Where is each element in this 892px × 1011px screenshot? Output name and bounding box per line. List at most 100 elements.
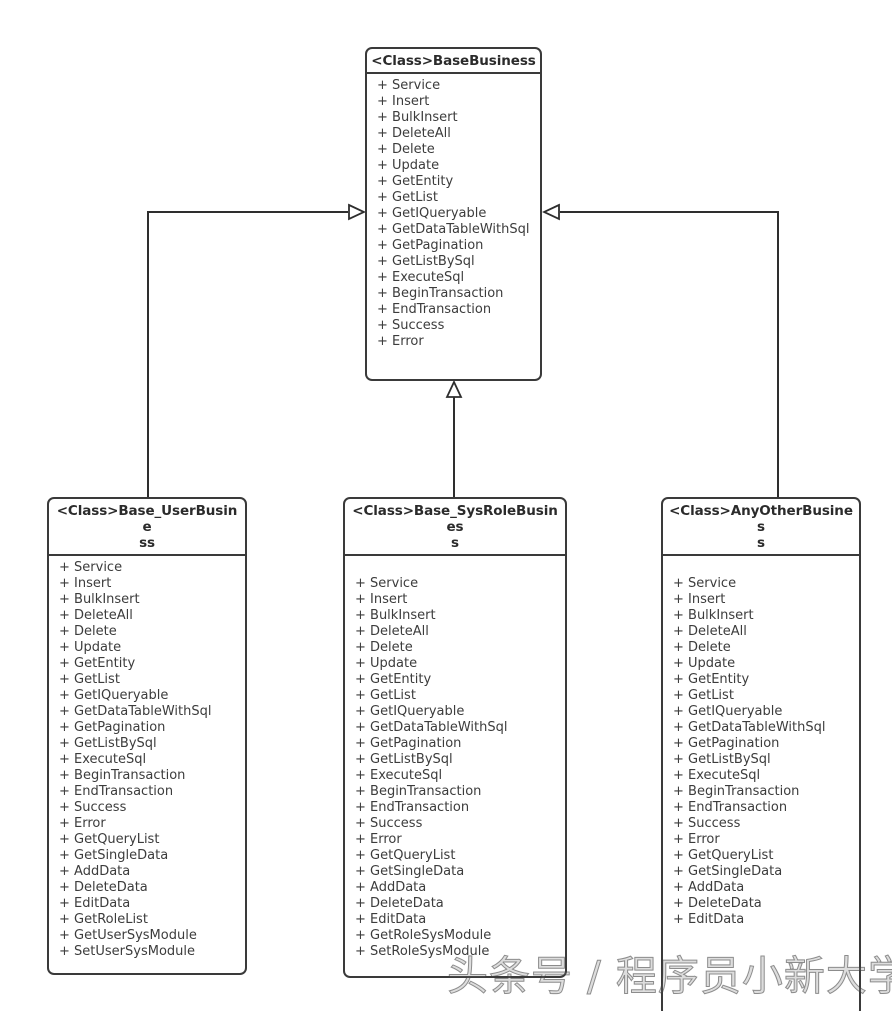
member-item: + GetList <box>355 688 416 703</box>
member-item: + SetRoleSysModule <box>355 944 490 959</box>
member-item: + BeginTransaction <box>59 768 186 783</box>
member-item: + BulkInsert <box>355 608 436 623</box>
class-header-base-user-business: <Class>Base_UserBusine ss <box>49 499 245 556</box>
member-item: + Delete <box>673 640 731 655</box>
member-item: + GetList <box>377 190 438 205</box>
class-name-line1: <Class>Base_UserBusine <box>56 503 238 535</box>
class-members-base-sysrole-business: + Service + Insert + BulkInsert + Delete… <box>345 556 565 964</box>
member-item: + GetIQueryable <box>377 206 487 221</box>
class-box-base-sysrole-business[interactable]: <Class>Base_SysRoleBusines s + Service +… <box>343 497 567 978</box>
member-item: + DeleteData <box>355 896 444 911</box>
member-item: + Success <box>377 318 445 333</box>
member-item: + GetIQueryable <box>59 688 169 703</box>
member-item: + Insert <box>377 94 430 109</box>
member-item: + BulkInsert <box>59 592 140 607</box>
member-item: + Error <box>355 832 402 847</box>
member-item: + Update <box>377 158 440 173</box>
member-item: + Service <box>59 560 123 575</box>
member-item: + Insert <box>673 592 726 607</box>
class-name-line2: s <box>451 535 459 551</box>
member-item: + GetDataTableWithSql <box>59 704 212 719</box>
member-item: + Success <box>673 816 741 831</box>
member-item: + DeleteData <box>673 896 762 911</box>
member-item: + GetList <box>59 672 120 687</box>
member-item: + GetIQueryable <box>355 704 465 719</box>
connector-user-vertical <box>147 211 149 504</box>
class-name-line2: s <box>757 535 765 551</box>
member-item: + GetQueryList <box>59 832 160 847</box>
member-item: + AddData <box>59 864 131 879</box>
class-name-line1: <Class>BaseBusiness <box>371 53 536 69</box>
member-item: + Insert <box>59 576 112 591</box>
member-item: + GetRoleList <box>59 912 148 927</box>
member-item: + GetPagination <box>377 238 484 253</box>
member-item: + GetRoleSysModule <box>355 928 492 943</box>
member-item: + SetUserSysModule <box>59 944 195 959</box>
member-item: + AddData <box>673 880 745 895</box>
member-item: + Delete <box>377 142 435 157</box>
member-item: + EndTransaction <box>673 800 788 815</box>
class-members-anyother-business: + Service + Insert + BulkInsert + Delete… <box>663 556 859 932</box>
member-item: + Success <box>59 800 127 815</box>
class-box-base-user-business[interactable]: <Class>Base_UserBusine ss + Service + In… <box>47 497 247 975</box>
member-item: + EndTransaction <box>59 784 174 799</box>
member-item: + DeleteAll <box>59 608 133 623</box>
class-header-base-business: <Class>BaseBusiness <box>367 49 540 74</box>
member-item: + Error <box>673 832 720 847</box>
member-item: + DeleteAll <box>673 624 747 639</box>
class-name-line1: <Class>Base_SysRoleBusines <box>352 503 558 535</box>
member-item: + DeleteData <box>59 880 148 895</box>
member-item: + GetList <box>673 688 734 703</box>
member-item: + DeleteAll <box>377 126 451 141</box>
member-item: + AddData <box>355 880 427 895</box>
connector-anyother-horizontal <box>560 211 779 213</box>
member-item: + BulkInsert <box>377 110 458 125</box>
member-item: + GetUserSysModule <box>59 928 197 943</box>
member-item: + EditData <box>59 896 131 911</box>
member-item: + Success <box>355 816 423 831</box>
member-item: + ExecuteSql <box>355 768 443 783</box>
member-item: + GetPagination <box>673 736 780 751</box>
member-item: + Delete <box>355 640 413 655</box>
member-item: + BeginTransaction <box>377 286 504 301</box>
class-box-base-business[interactable]: <Class>BaseBusiness + Service + Insert +… <box>365 47 542 381</box>
member-item: + BeginTransaction <box>355 784 482 799</box>
member-item: + Delete <box>59 624 117 639</box>
member-item: + GetSingleData <box>59 848 169 863</box>
class-box-anyother-business[interactable]: <Class>AnyOtherBusines s + Service + Ins… <box>661 497 861 1011</box>
member-item: + GetDataTableWithSql <box>355 720 508 735</box>
member-item: + Service <box>673 576 737 591</box>
class-name-line2: ss <box>139 535 155 551</box>
uml-diagram-canvas: <Class>BaseBusiness + Service + Insert +… <box>0 0 892 1011</box>
member-item: + GetDataTableWithSql <box>377 222 530 237</box>
member-item: + GetListBySql <box>59 736 157 751</box>
member-item: + GetIQueryable <box>673 704 783 719</box>
class-members-base-user-business: + Service + Insert + BulkInsert + Delete… <box>49 556 245 964</box>
connector-anyother-vertical <box>777 211 779 504</box>
member-item: + GetEntity <box>377 174 454 189</box>
member-item: + GetQueryList <box>355 848 456 863</box>
member-item: + Error <box>59 816 106 831</box>
connector-sysrole-vertical <box>453 396 455 504</box>
member-item: + GetQueryList <box>673 848 774 863</box>
member-item: + ExecuteSql <box>673 768 761 783</box>
member-item: + Insert <box>355 592 408 607</box>
member-item: + GetDataTableWithSql <box>673 720 826 735</box>
member-item: + EditData <box>673 912 745 927</box>
member-item: + GetSingleData <box>355 864 465 879</box>
member-item: + Service <box>355 576 419 591</box>
member-item: + Update <box>673 656 736 671</box>
connector-user-horizontal <box>147 211 348 213</box>
class-header-anyother-business: <Class>AnyOtherBusines s <box>663 499 859 556</box>
member-item: + Update <box>355 656 418 671</box>
class-members-base-business: + Service + Insert + BulkInsert + Delete… <box>367 74 540 354</box>
member-item: + Service <box>377 78 441 93</box>
member-item: + ExecuteSql <box>377 270 465 285</box>
member-item: + Update <box>59 640 122 655</box>
member-item: + Error <box>377 334 424 349</box>
member-item: + ExecuteSql <box>59 752 147 767</box>
member-item: + GetSingleData <box>673 864 783 879</box>
member-item: + GetListBySql <box>355 752 453 767</box>
member-item: + GetListBySql <box>377 254 475 269</box>
class-header-base-sysrole-business: <Class>Base_SysRoleBusines s <box>345 499 565 556</box>
